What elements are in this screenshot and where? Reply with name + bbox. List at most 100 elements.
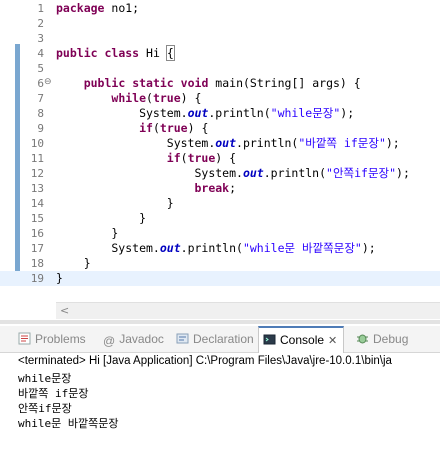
line-number: 4	[37, 47, 44, 60]
console-line: 바깥쪽 if문장	[18, 387, 89, 400]
code-line[interactable]: 13 break;	[0, 181, 440, 196]
string-token: "while문장"	[270, 106, 341, 120]
code-line[interactable]: 9 if(true) {	[0, 121, 440, 136]
code-line[interactable]: 15 }	[0, 211, 440, 226]
line-code: public static void main(String[] args) {	[56, 76, 361, 91]
code-token: ) {	[187, 121, 209, 135]
code-token: no1;	[104, 1, 140, 15]
tab-label: Problems	[35, 332, 86, 346]
tab-javadoc[interactable]: @ Javadoc	[103, 326, 164, 352]
code-token: .println(	[208, 106, 271, 120]
keyword-token: true	[187, 151, 216, 165]
keyword-token: void	[180, 76, 209, 90]
field-token: out	[242, 166, 264, 180]
string-token: "while문 바깥쪽문장"	[242, 241, 362, 255]
tab-problems[interactable]: Problems	[18, 326, 86, 352]
editor-horizontal-scrollbar[interactable]: <	[56, 302, 440, 319]
tab-label: Console	[280, 333, 325, 347]
problems-icon	[18, 332, 31, 345]
keyword-token: if	[139, 121, 153, 135]
line-code: }	[56, 211, 146, 226]
keyword-token: package	[56, 1, 105, 15]
line-code: if(true) {	[56, 121, 208, 136]
matched-brace: {	[165, 45, 175, 61]
tab-console[interactable]: Console ✕	[258, 326, 345, 353]
line-number: 19	[30, 272, 44, 285]
line-number: 9	[37, 122, 44, 135]
code-line[interactable]: 7 while(true) {	[0, 91, 440, 106]
code-token: Hi	[139, 46, 167, 60]
code-line[interactable]: 4 public class Hi {	[0, 45, 440, 61]
code-line[interactable]: 11 if(true) {	[0, 151, 440, 166]
line-code: }	[56, 256, 91, 271]
line-number: 7	[37, 92, 44, 105]
code-line[interactable]: 18 }	[0, 256, 440, 271]
tab-debug[interactable]: Debug	[356, 326, 408, 352]
line-code: System.out.println("while문장");	[56, 106, 354, 121]
line-number: 14	[30, 197, 44, 210]
code-token: main(String[] args) {	[208, 76, 361, 90]
string-token: "바깥쪽 if문장"	[298, 136, 386, 150]
scroll-left-icon[interactable]: <	[60, 304, 69, 317]
code-line[interactable]: 1 package no1;	[0, 1, 440, 16]
line-number: 2	[37, 17, 44, 30]
field-token: out	[187, 106, 209, 120]
line-code: break;	[56, 181, 236, 196]
code-token: }	[56, 211, 147, 225]
line-number: 15	[30, 212, 44, 225]
line-code: }	[56, 196, 174, 211]
line-number: 18	[30, 257, 44, 270]
line-number: 13	[30, 182, 44, 195]
code-token: ) {	[215, 151, 237, 165]
line-code: while(true) {	[56, 91, 201, 106]
code-line[interactable]: 10 System.out.println("바깥쪽 if문장");	[0, 136, 440, 151]
line-code: System.out.println("바깥쪽 if문장");	[56, 136, 400, 151]
line-number: 6	[37, 77, 44, 90]
field-token: out	[215, 136, 237, 150]
code-line[interactable]: 2	[0, 16, 440, 31]
code-line[interactable]: 14 }	[0, 196, 440, 211]
pane-divider[interactable]	[0, 320, 440, 324]
code-line[interactable]: 8 System.out.println("while문장");	[0, 106, 440, 121]
line-number: 11	[30, 152, 44, 165]
code-token: );	[385, 136, 400, 150]
code-editor[interactable]: 1 package no1; 2 3 4 public class Hi {5 6 ⊖ pub…	[0, 0, 440, 302]
code-line[interactable]: 16 }	[0, 226, 440, 241]
javadoc-icon: @	[103, 334, 116, 348]
code-token: );	[396, 166, 410, 180]
console-status-line: <terminated> Hi [Java Application] C:\Pr…	[18, 355, 392, 367]
tab-label: Declaration	[193, 332, 254, 346]
debug-icon	[357, 334, 368, 344]
line-number: 1	[37, 2, 44, 15]
code-token: }	[56, 196, 174, 210]
line-number: 12	[30, 167, 44, 180]
string-token: "안쪽if문장"	[326, 166, 397, 180]
code-line[interactable]: 19}	[0, 271, 440, 286]
close-icon[interactable]: ✕	[328, 329, 337, 353]
code-line[interactable]: 17 System.out.println("while문 바깥쪽문장");	[0, 241, 440, 256]
code-line[interactable]: 5	[0, 61, 440, 76]
line-code: package no1;	[56, 1, 139, 16]
code-token: .println(	[236, 136, 299, 150]
line-number: 10	[30, 137, 44, 150]
code-token: System.	[56, 241, 160, 255]
console-icon	[263, 334, 276, 345]
field-token: out	[159, 241, 181, 255]
code-line[interactable]: 3	[0, 31, 440, 46]
code-token: (	[180, 151, 188, 165]
fold-toggle-icon[interactable]: ⊖	[44, 78, 53, 87]
tab-declaration[interactable]: Declaration	[176, 326, 254, 352]
code-token: );	[361, 241, 376, 255]
tab-label: Debug	[373, 332, 409, 346]
code-line[interactable]: 12 System.out.println("안쪽if문장");	[0, 166, 440, 181]
code-line[interactable]: 6 ⊖ public static void main(String[] args…	[0, 76, 440, 91]
console-line: while문 바깥쪽문장	[18, 417, 119, 430]
keyword-token: true	[159, 121, 188, 135]
console-line: 안쪽if문장	[18, 402, 72, 415]
keyword-token: if	[166, 151, 181, 165]
